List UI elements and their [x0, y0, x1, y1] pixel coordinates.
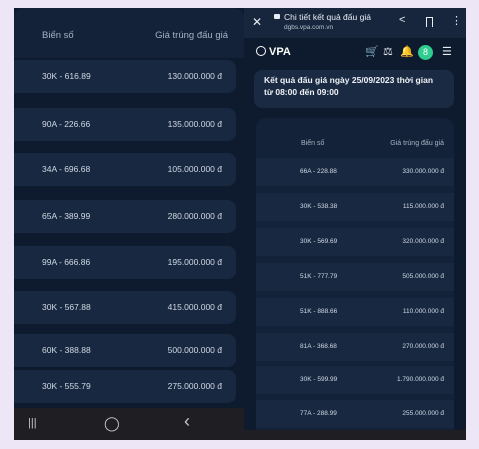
winning-price: 115.000.000 đ	[402, 203, 444, 210]
home-button[interactable]: ◯	[104, 415, 120, 432]
close-icon[interactable]: ✕	[252, 15, 262, 29]
winning-price: 270.000.000 đ	[402, 343, 444, 350]
table-row[interactable]: 90A - 226.66 135.000.000 đ	[14, 108, 236, 141]
table-row[interactable]: 51K - 777.79 505.000.000 đ	[256, 263, 454, 291]
more-menu-icon[interactable]: ⋮	[451, 14, 462, 27]
winning-price: 280.000.000 đ	[167, 211, 222, 221]
back-button[interactable]: ‹	[184, 411, 190, 432]
bell-icon[interactable]: 🔔	[400, 45, 414, 58]
plate-number: 30K - 538.38	[300, 203, 338, 210]
table-row[interactable]: 30K - 599.99 1.790.000.000 đ	[256, 366, 454, 394]
plate-number: 30K - 599.99	[300, 376, 338, 383]
winning-price: 275.000.000 đ	[167, 381, 222, 391]
table-row[interactable]: 34A - 696.68 105.000.000 đ	[14, 153, 236, 186]
table-row[interactable]: 30K - 569.69 320.000.000 đ	[256, 228, 454, 256]
vpa-logo[interactable]: VPA	[256, 46, 291, 58]
table-row[interactable]: 30K - 567.88 415.000.000 đ	[14, 291, 236, 324]
page-title: Chi tiết kết quả đấu giá	[284, 12, 371, 22]
bookmark-icon[interactable]	[426, 17, 433, 27]
gavel-icon[interactable]: ⚖	[383, 45, 393, 58]
android-nav-bar: ||| ◯ ‹	[14, 408, 244, 440]
plate-number: 30K - 616.89	[42, 71, 91, 81]
header-price: Giá trúng đấu giá	[155, 30, 228, 41]
plate-number: 51K - 888.66	[300, 308, 338, 315]
plate-number: 30K - 567.88	[42, 302, 91, 312]
plate-number: 51K - 777.79	[300, 273, 338, 280]
header-price: Giá trúng đấu giá	[390, 140, 444, 147]
browser-toolbar: ✕ Chi tiết kết quả đấu giá dgbs.vpa.com.…	[244, 8, 466, 38]
header-plate: Biển số	[301, 140, 325, 147]
lock-icon	[274, 14, 280, 19]
table-row[interactable]: 81A - 368.68 270.000.000 đ	[256, 333, 454, 361]
plate-number: 65A - 389.99	[42, 211, 91, 221]
header-plate: Biển số	[42, 30, 74, 41]
android-nav-bar	[244, 430, 466, 440]
winning-price: 320.000.000 đ	[402, 238, 444, 245]
table-row[interactable]: 99A - 666.86 195.000.000 đ	[14, 246, 236, 279]
share-icon[interactable]: <	[399, 14, 405, 26]
table-row[interactable]: 51K - 888.66 110.000.000 đ	[256, 298, 454, 326]
banner-text: Kết quả đấu giá ngày 25/09/2023 thời gia…	[264, 75, 434, 97]
winning-price: 255.000.000 đ	[402, 410, 444, 417]
table-row[interactable]: 65A - 389.99 280.000.000 đ	[14, 200, 236, 233]
result-banner: Kết quả đấu giá ngày 25/09/2023 thời gia…	[254, 70, 454, 108]
left-phone-screen: Biển số Giá trúng đấu giá 30K - 616.89 1…	[14, 8, 244, 440]
table-row[interactable]: 30K - 555.79 275.000.000 đ	[14, 370, 236, 403]
plate-number: 81A - 368.68	[300, 343, 337, 350]
table-row[interactable]: 30K - 538.38 115.000.000 đ	[256, 193, 454, 221]
plate-number: 60K - 388.88	[42, 345, 91, 355]
table-row[interactable]: 60K - 388.88 500.000.000 đ	[14, 334, 236, 367]
plate-number: 90A - 226.66	[42, 119, 91, 129]
winning-price: 130.000.000 đ	[167, 71, 222, 81]
hamburger-menu-icon[interactable]: ☰	[442, 45, 452, 58]
plate-number: 66A - 228.88	[300, 168, 337, 175]
winning-price: 135.000.000 đ	[167, 119, 222, 129]
plate-number: 34A - 696.68	[42, 164, 91, 174]
avatar[interactable]: 8	[418, 45, 433, 60]
winning-price: 105.000.000 đ	[167, 164, 222, 174]
table-header: Biển số Giá trúng đấu giá	[14, 8, 244, 58]
right-phone-screen: ✕ Chi tiết kết quả đấu giá dgbs.vpa.com.…	[244, 8, 466, 440]
page-url: dgbs.vpa.com.vn	[284, 24, 334, 31]
winning-price: 110.000.000 đ	[402, 308, 444, 315]
table-row[interactable]: 30K - 616.89 130.000.000 đ	[14, 60, 236, 93]
plate-number: 99A - 666.86	[42, 257, 91, 267]
plate-number: 30K - 555.79	[42, 381, 91, 391]
winning-price: 505.000.000 đ	[402, 273, 444, 280]
winning-price: 415.000.000 đ	[167, 302, 222, 312]
logo-mark-icon	[256, 46, 266, 56]
winning-price: 330.000.000 đ	[402, 168, 444, 175]
plate-number: 30K - 569.69	[300, 238, 338, 245]
table-row[interactable]: 77A - 288.99 255.000.000 đ	[256, 400, 454, 428]
table-row[interactable]: 66A - 228.88 330.000.000 đ	[256, 158, 454, 186]
winning-price: 195.000.000 đ	[167, 257, 222, 267]
winning-price: 1.790.000.000 đ	[397, 376, 444, 383]
logo-text: VPA	[269, 46, 291, 58]
app-header: VPA 🛒 ⚖ 🔔 8 ☰	[244, 41, 466, 65]
plate-number: 77A - 288.99	[300, 410, 337, 417]
recents-button[interactable]: |||	[28, 417, 37, 429]
cart-icon[interactable]: 🛒	[365, 45, 379, 58]
winning-price: 500.000.000 đ	[167, 345, 222, 355]
